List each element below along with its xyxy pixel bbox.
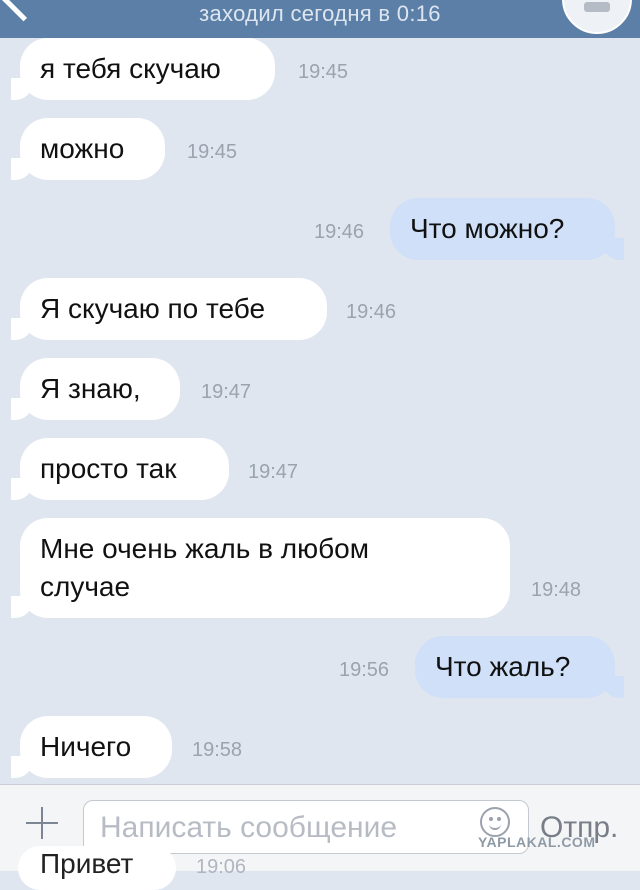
message-text: Ничего — [40, 731, 132, 762]
smiley-icon[interactable] — [480, 807, 510, 837]
message-text: я тебя скучаю — [40, 53, 221, 84]
previous-message-text: Привет — [40, 848, 134, 879]
message-text: просто так — [40, 453, 177, 484]
message-bubble-outgoing[interactable]: Что жаль? — [415, 636, 624, 698]
avatar[interactable] — [562, 0, 632, 34]
message-text: Я скучаю по тебе — [40, 293, 266, 324]
message-time: 19:47 — [248, 461, 299, 483]
message-time: 19:45 — [298, 61, 349, 83]
message-bubble-incoming[interactable]: Я знаю, — [11, 358, 180, 420]
avatar-icon — [584, 2, 610, 12]
watermark: YAPLAKAL.COM — [478, 834, 596, 850]
message-text-line: случае — [40, 571, 131, 602]
message-bubble-outgoing[interactable]: Что можно? — [390, 198, 624, 260]
message-input-placeholder: Написать сообщение — [100, 811, 398, 844]
message-time: 19:46 — [346, 301, 397, 323]
message-text: можно — [40, 133, 125, 164]
message-text: Что можно? — [410, 213, 565, 244]
message-bubble-incoming[interactable]: я тебя скучаю — [11, 38, 275, 100]
previous-message-time: 19:06 — [196, 856, 247, 878]
message-time: 19:56 — [339, 659, 390, 681]
message-time: 19:58 — [192, 739, 243, 761]
message-time: 19:46 — [314, 221, 365, 243]
chat-header: заходил сегодня в 0:16 — [0, 0, 640, 38]
message-time: 19:45 — [187, 141, 238, 163]
message-time: 19:48 — [531, 579, 582, 601]
message-time: 19:47 — [201, 381, 252, 403]
message-bubble-incoming[interactable]: Я скучаю по тебе — [11, 278, 327, 340]
smiley-mouth — [489, 821, 501, 830]
message-bubble-incoming[interactable]: Мне очень жаль в любом случае — [11, 518, 510, 618]
message-list[interactable]: я тебя скучаю 19:45 можно 19:45 19:46 Чт… — [0, 38, 640, 784]
message-bubble-incoming[interactable]: Ничего — [11, 716, 172, 778]
message-bubble-incoming[interactable]: просто так — [11, 438, 229, 500]
message-bubble-incoming[interactable]: можно — [11, 118, 165, 180]
message-text: Я знаю, — [40, 373, 141, 404]
plus-icon[interactable] — [26, 807, 58, 839]
message-text: Что жаль? — [435, 651, 571, 682]
last-seen-status: заходил сегодня в 0:16 — [199, 1, 441, 26]
message-text-line: Мне очень жаль в любом — [40, 533, 369, 564]
